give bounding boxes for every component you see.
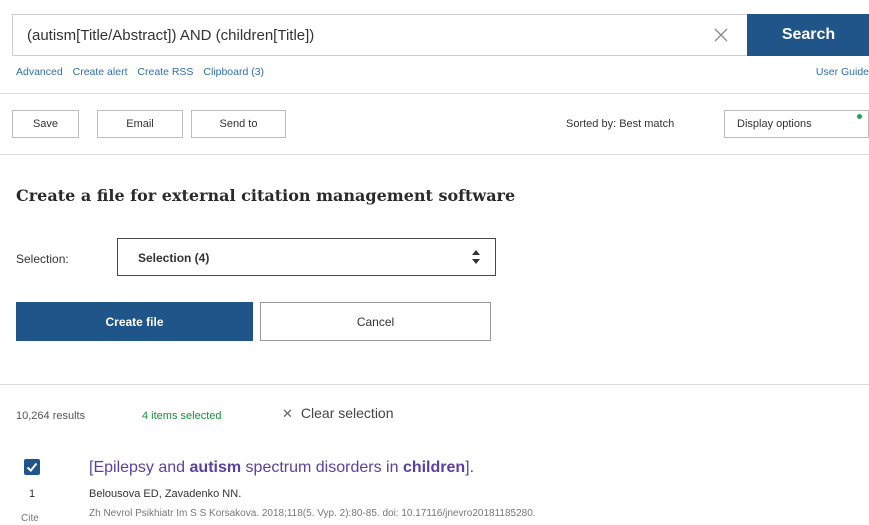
- user-guide-link[interactable]: User Guide: [816, 66, 869, 78]
- sort-arrows-icon: [472, 250, 480, 264]
- title-highlight: children: [402, 459, 466, 476]
- close-icon: ✕: [282, 406, 293, 421]
- sort-indicator: Sorted by: Best match: [566, 118, 675, 130]
- result-index: 1: [29, 488, 36, 500]
- search-bar: Search: [12, 14, 869, 56]
- create-file-button[interactable]: Create file: [16, 302, 253, 341]
- create-alert-link[interactable]: Create alert: [73, 66, 128, 78]
- selection-dropdown[interactable]: Selection (4): [117, 238, 496, 276]
- divider: [0, 154, 869, 155]
- display-options-button[interactable]: Display options: [724, 110, 869, 138]
- divider: [0, 93, 869, 94]
- cite-button[interactable]: Cite: [21, 513, 39, 524]
- status-dot-icon: [857, 114, 862, 119]
- article-authors: Belousova ED, Zavadenko NN.: [89, 488, 242, 500]
- checkmark-icon: [26, 462, 38, 472]
- results-count: 10,264 results: [16, 410, 86, 422]
- selection-label: Selection:: [16, 252, 69, 266]
- selection-value: Selection (4): [138, 251, 210, 265]
- cancel-button[interactable]: Cancel: [260, 302, 491, 341]
- search-button[interactable]: Search: [747, 14, 869, 56]
- display-options-label: Display options: [737, 118, 812, 130]
- create-rss-link[interactable]: Create RSS: [137, 66, 193, 78]
- article-title-link[interactable]: [Epilepsy and autism spectrum disorders …: [89, 459, 474, 477]
- title-highlight: autism: [189, 459, 242, 476]
- search-input[interactable]: [13, 15, 689, 55]
- save-button[interactable]: Save: [12, 110, 79, 138]
- article-journal: Zh Nevrol Psikhiatr Im S S Korsakova. 20…: [89, 508, 536, 519]
- divider: [0, 384, 869, 385]
- article-checkbox[interactable]: [24, 459, 40, 475]
- title-text: ].: [465, 459, 475, 476]
- citation-heading: Create a file for external citation mana…: [16, 186, 516, 205]
- clear-search-icon[interactable]: [697, 15, 745, 55]
- selected-count: 4 items selected: [142, 410, 222, 422]
- email-button[interactable]: Email: [97, 110, 183, 138]
- clipboard-link[interactable]: Clipboard (3): [203, 66, 264, 78]
- clear-selection-label: Clear selection: [300, 405, 394, 421]
- title-text: [Epilepsy and: [89, 459, 190, 476]
- send-to-button[interactable]: Send to: [191, 110, 286, 138]
- title-text: spectrum disorders in: [241, 459, 403, 476]
- advanced-link[interactable]: Advanced: [16, 66, 63, 78]
- search-links: Advanced Create alert Create RSS Clipboa…: [16, 66, 271, 78]
- clear-selection-button[interactable]: ✕ Clear selection: [282, 405, 394, 422]
